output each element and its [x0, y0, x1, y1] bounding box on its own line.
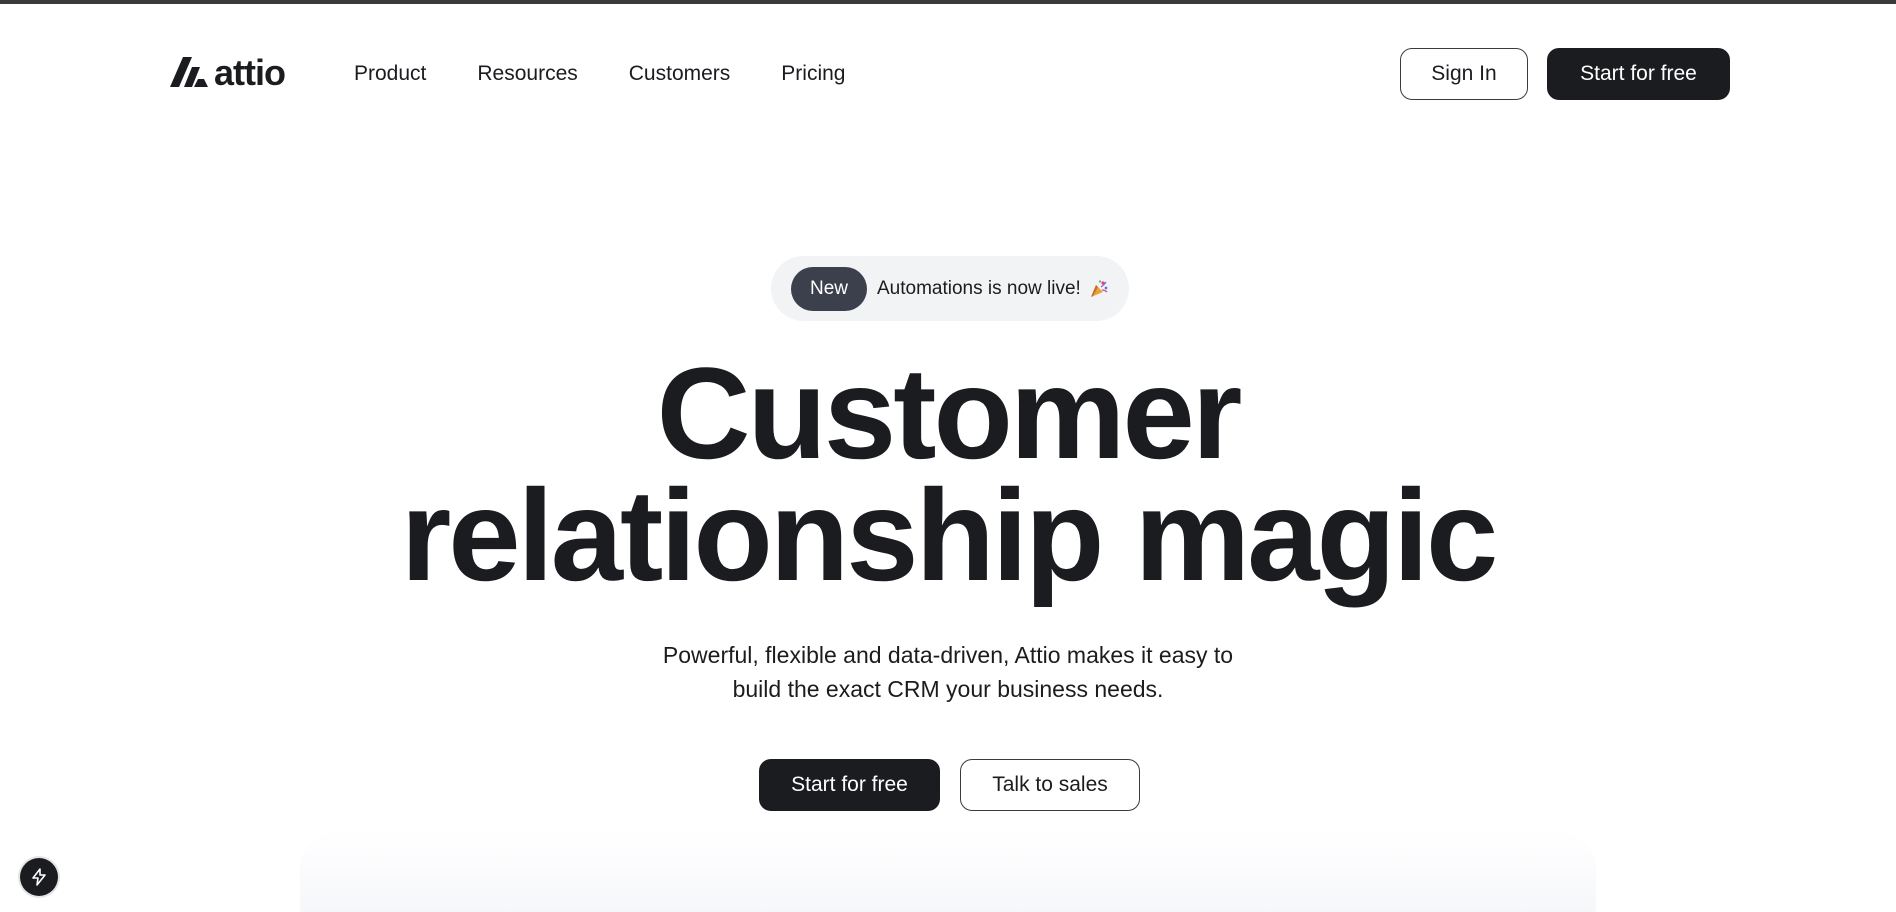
announcement-text: Automations is now live!: [877, 277, 1081, 299]
nav-link-customers[interactable]: Customers: [629, 60, 731, 88]
announcement-pill[interactable]: New Automations is now live!: [771, 256, 1129, 321]
top-navigation: attio Product Resources Customers Pricin…: [0, 4, 1896, 134]
hero-title: Customer relationship magic: [0, 348, 1896, 600]
hero-title-line-2: relationship magic: [400, 462, 1499, 608]
dev-tools-badge[interactable]: [20, 858, 58, 896]
nav-link-product[interactable]: Product: [354, 60, 426, 88]
brand-name: attio: [214, 52, 286, 93]
sign-in-button[interactable]: Sign In: [1400, 48, 1528, 100]
primary-nav: Product Resources Customers Pricing: [354, 60, 846, 88]
product-preview-fade: [300, 830, 1596, 912]
hero-subtitle: Powerful, flexible and data-driven, Atti…: [598, 638, 1298, 706]
talk-to-sales-button[interactable]: Talk to sales: [960, 759, 1140, 811]
new-badge: New: [791, 266, 867, 311]
lightning-icon: [32, 868, 46, 886]
attio-logo-icon: [170, 57, 208, 87]
start-for-free-nav-button[interactable]: Start for free: [1547, 48, 1730, 100]
party-popper-icon: [1090, 279, 1108, 297]
start-for-free-hero-button[interactable]: Start for free: [759, 759, 940, 811]
nav-link-pricing[interactable]: Pricing: [781, 60, 845, 88]
hero-subtitle-line-1: Powerful, flexible and data-driven, Atti…: [662, 642, 1234, 668]
nav-link-resources[interactable]: Resources: [477, 60, 577, 88]
brand-logo[interactable]: attio: [170, 52, 286, 93]
hero-subtitle-line-2: build the exact CRM your business needs.: [732, 676, 1164, 702]
